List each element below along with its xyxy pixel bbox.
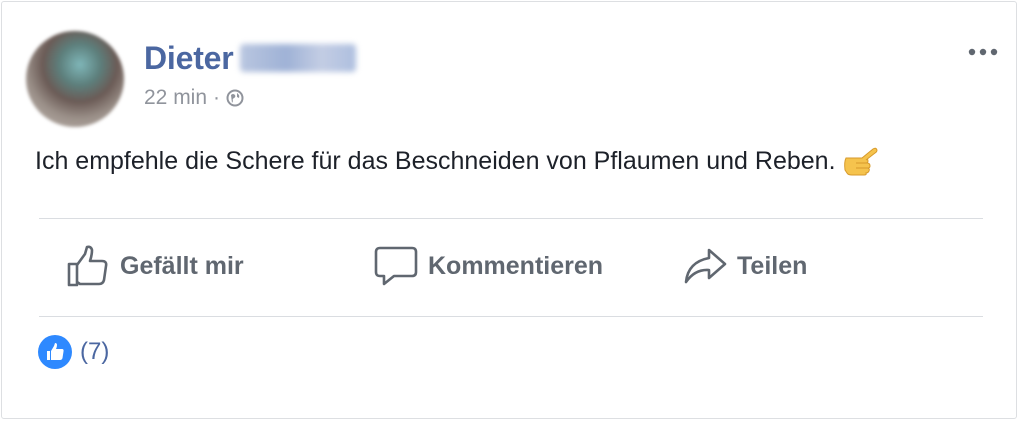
thumbs-up-emoji-icon: [842, 146, 878, 176]
reactions-summary[interactable]: (7): [38, 334, 109, 370]
timestamp[interactable]: 22 min: [144, 86, 207, 110]
avatar[interactable]: [26, 31, 124, 127]
post-text: Ich empfehle die Schere für das Beschnei…: [35, 146, 878, 176]
divider-bottom: [39, 316, 983, 317]
comment-label: Kommentieren: [428, 251, 604, 280]
globe-icon[interactable]: [226, 89, 244, 107]
post-meta: 22 min ·: [144, 85, 244, 111]
post-card: Dieter 22 min · Ich empfehle die Schere …: [1, 1, 1017, 419]
share-button[interactable]: Teilen: [683, 240, 807, 292]
divider-top: [39, 218, 983, 219]
comment-button[interactable]: Kommentieren: [374, 240, 603, 292]
meta-separator: ·: [213, 86, 221, 109]
like-label: Gefällt mir: [120, 251, 244, 280]
thumbs-up-icon: [67, 245, 108, 287]
comment-icon: [374, 246, 418, 286]
author-name[interactable]: Dieter: [144, 40, 234, 77]
like-button[interactable]: Gefällt mir: [66, 240, 244, 292]
more-options-icon[interactable]: [966, 42, 1000, 62]
share-label: Teilen: [737, 251, 808, 280]
share-icon: [684, 248, 727, 284]
post-message: Ich empfehle die Schere für das Beschnei…: [35, 146, 836, 175]
like-reaction-icon: [38, 335, 72, 369]
author-row: Dieter: [144, 38, 356, 78]
reaction-count[interactable]: (7): [80, 338, 109, 366]
blurred-surname: [239, 44, 356, 72]
